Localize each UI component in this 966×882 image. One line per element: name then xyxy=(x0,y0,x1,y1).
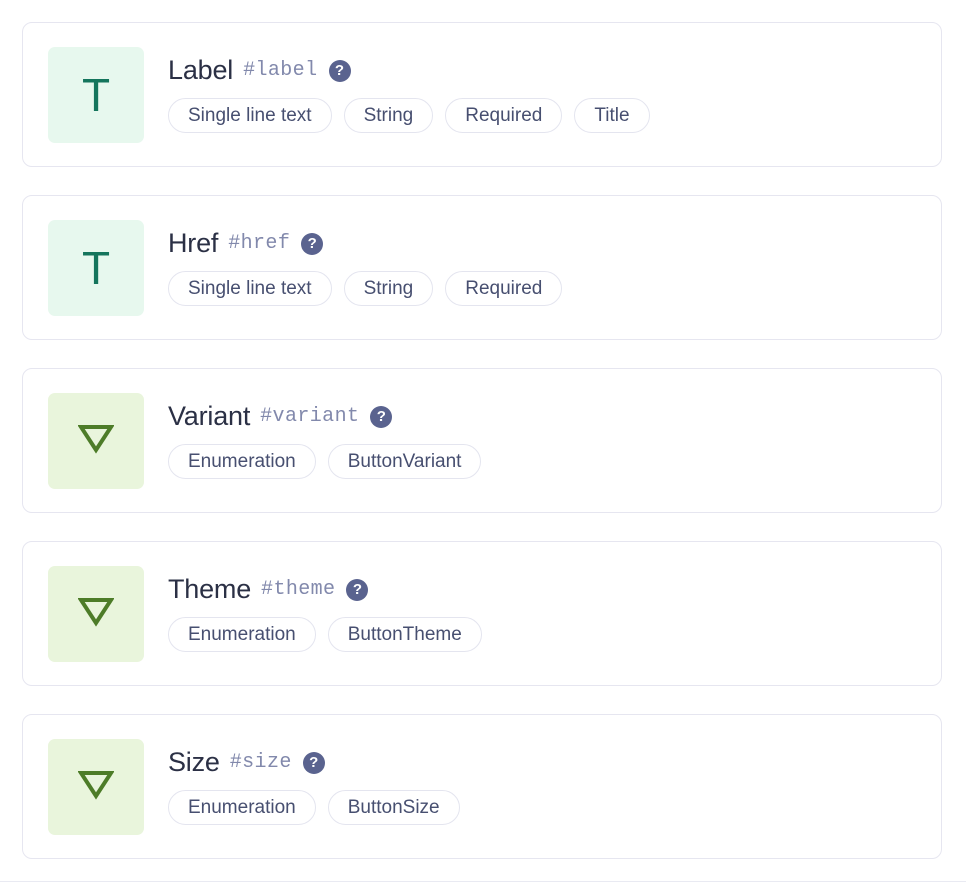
field-body: Href #href? Single line text String Required xyxy=(168,229,941,305)
tag-pill: Single line text xyxy=(168,98,332,133)
field-title: Size xyxy=(168,748,220,776)
field-header: Variant #variant? xyxy=(168,402,941,430)
tag-pill: ButtonTheme xyxy=(328,617,482,652)
field-card[interactable]: Theme #theme? Enumeration ButtonTheme xyxy=(22,541,942,686)
help-icon[interactable]: ? xyxy=(303,752,325,774)
letter-t-icon: T xyxy=(82,72,110,118)
help-icon[interactable]: ? xyxy=(346,579,368,601)
tag-pill: ButtonSize xyxy=(328,790,460,825)
field-header: Size #size? xyxy=(168,748,941,776)
tag-pill: Single line text xyxy=(168,271,332,306)
text-field-icon: T xyxy=(48,47,144,143)
tag-row: Enumeration ButtonVariant xyxy=(168,444,941,479)
field-key: #variant xyxy=(260,406,359,427)
field-card[interactable]: Variant #variant? Enumeration ButtonVariant xyxy=(22,368,942,513)
tag-pill: String xyxy=(344,98,434,133)
field-key: #theme xyxy=(261,579,335,600)
field-key: #href xyxy=(228,233,290,254)
help-icon[interactable]: ? xyxy=(329,60,351,82)
field-title: Theme xyxy=(168,575,251,603)
dropdown-triangle-icon xyxy=(48,566,144,662)
dropdown-triangle-icon xyxy=(48,739,144,835)
tag-pill: ButtonVariant xyxy=(328,444,482,479)
field-body: Variant #variant? Enumeration ButtonVariant xyxy=(168,402,941,478)
triangle-down-icon xyxy=(78,595,114,632)
triangle-down-icon xyxy=(78,422,114,459)
tag-pill: Enumeration xyxy=(168,444,316,479)
field-body: Theme #theme? Enumeration ButtonTheme xyxy=(168,575,941,651)
help-icon[interactable]: ? xyxy=(370,406,392,428)
field-body: Label #label? Single line text String Requir… xyxy=(168,56,941,132)
field-header: Label #label? xyxy=(168,56,941,84)
field-title: Label xyxy=(168,56,233,84)
tag-row: Enumeration ButtonTheme xyxy=(168,617,941,652)
field-header: Theme #theme? xyxy=(168,575,941,603)
field-title: Variant xyxy=(168,402,250,430)
triangle-down-icon xyxy=(78,768,114,805)
tag-pill: Required xyxy=(445,98,562,133)
tag-pill: Enumeration xyxy=(168,617,316,652)
tag-row: Single line text String Required Title xyxy=(168,98,941,133)
field-title: Href xyxy=(168,229,218,257)
field-card[interactable]: Size #size? Enumeration ButtonSize xyxy=(22,714,942,859)
field-card[interactable]: T Label #label? Single line text String Requi… xyxy=(22,22,942,167)
tag-pill: Title xyxy=(574,98,649,133)
letter-t-icon: T xyxy=(82,245,110,291)
help-icon[interactable]: ? xyxy=(301,233,323,255)
tag-pill: Required xyxy=(445,271,562,306)
field-key: #label xyxy=(243,60,317,81)
field-key: #size xyxy=(230,752,292,773)
field-card[interactable]: T Href #href? Single line text String Require… xyxy=(22,195,942,340)
tag-row: Single line text String Required xyxy=(168,271,941,306)
field-header: Href #href? xyxy=(168,229,941,257)
tag-pill: Enumeration xyxy=(168,790,316,825)
text-field-icon: T xyxy=(48,220,144,316)
field-body: Size #size? Enumeration ButtonSize xyxy=(168,748,941,824)
tag-pill: String xyxy=(344,271,434,306)
tag-row: Enumeration ButtonSize xyxy=(168,790,941,825)
dropdown-triangle-icon xyxy=(48,393,144,489)
field-list: T Label #label? Single line text String Requi… xyxy=(0,0,966,859)
